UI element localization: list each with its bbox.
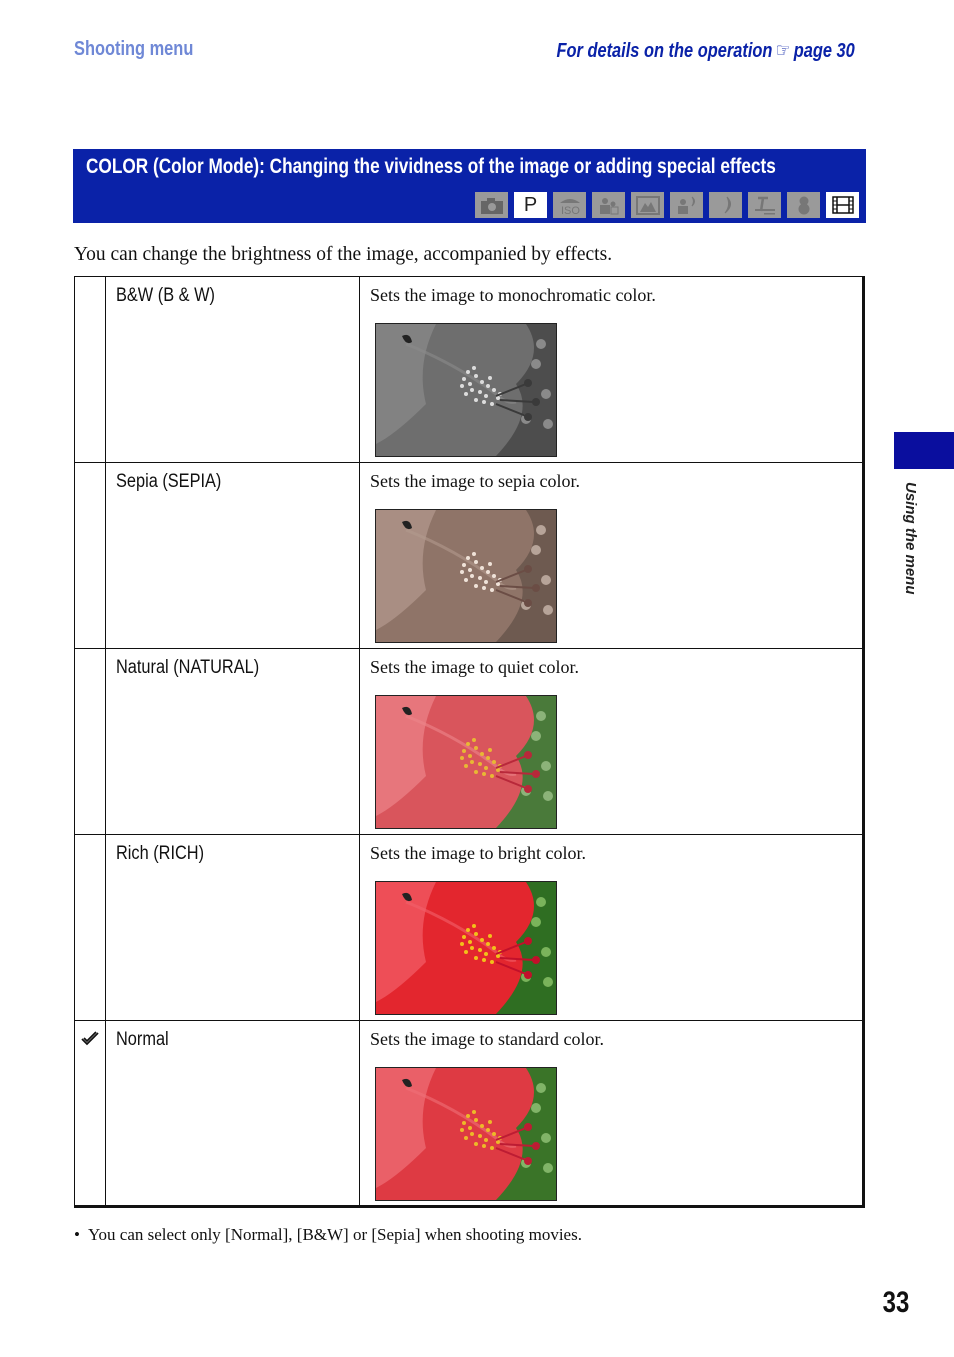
option-name-cell: Natural (NATURAL) [105,648,360,835]
beach-icon [748,192,781,218]
default-marker-cell [74,1020,106,1208]
color-mode-table: B&W (B & W) Sets the image to monochroma… [74,276,865,1208]
snow-icon [787,192,820,218]
option-description-cell: Sets the image to sepia color. [359,462,865,649]
option-name: Sepia (SEPIA) [116,471,222,492]
option-name: B&W (B & W) [116,285,215,306]
option-row: Rich (RICH) Sets the image to bright col… [74,834,865,1021]
option-description-cell: Sets the image to quiet color. [359,648,865,835]
topic-banner: COLOR (Color Mode): Changing the vividne… [73,149,866,223]
sample-photo-natural [375,695,557,829]
option-name: Natural (NATURAL) [116,657,260,678]
chapter-tab-label: Using the menu [902,482,919,595]
option-name-cell: B&W (B & W) [105,276,360,463]
option-row: Sepia (SEPIA) Sets the image to sepia co… [74,462,865,649]
default-marker-cell [74,834,106,1021]
option-name: Rich (RICH) [116,843,205,864]
footnote-text: You can select only [Normal], [B&W] or [… [87,1225,582,1244]
landscape-icon [631,192,664,218]
option-name-cell: Normal [105,1020,360,1208]
high-sensitivity-iso-icon: ISO [553,192,586,218]
option-description-cell: Sets the image to monochromatic color. [359,276,865,463]
option-description: Sets the image to standard color. [370,1029,604,1049]
option-name-cell: Sepia (SEPIA) [105,462,360,649]
pointing-hand-icon: ☞ [775,40,791,62]
auto-camera-icon [475,192,508,218]
soft-snap-portrait-icon [592,192,625,218]
program-label: P [523,193,538,216]
option-name: Normal [116,1029,169,1050]
default-marker-cell [74,276,106,463]
sample-photo-bw [375,323,557,457]
sample-photo-normal [375,1067,557,1201]
option-description: Sets the image to sepia color. [370,471,580,491]
option-description: Sets the image to quiet color. [370,657,579,677]
option-description-cell: Sets the image to standard color. [359,1020,865,1208]
topic-title: COLOR (Color Mode): Changing the vividne… [86,155,776,178]
default-marker-cell [74,462,106,649]
mode-availability-icons: P ISO [475,192,859,218]
intro-text: You can change the brightness of the ima… [74,244,613,265]
footnote: • You can select only [Normal], [B&W] or … [74,1225,582,1245]
option-description: Sets the image to monochromatic color. [370,285,656,305]
bullet-icon: • [74,1225,80,1244]
page-reference[interactable]: For details on the operation ☞ page 30 [557,38,855,63]
svg-text:ISO: ISO [561,205,580,215]
sample-photo-rich [375,881,557,1015]
option-row: Natural (NATURAL) Sets the image to quie… [74,648,865,835]
movie-film-icon [826,192,859,218]
option-row: B&W (B & W) Sets the image to monochroma… [74,276,865,463]
page-reference-prefix: For details on the operation [556,40,773,62]
twilight-moon-icon [709,192,742,218]
sample-photo-sepia [375,509,557,643]
chapter-tab [894,432,954,469]
section-title: Shooting menu [74,38,194,60]
option-name-cell: Rich (RICH) [105,834,360,1021]
option-description: Sets the image to bright color. [370,843,586,863]
program-icon: P [514,192,547,218]
checkmark-icon [81,1031,99,1046]
option-row: Normal Sets the image to standard color. [74,1020,865,1208]
default-marker-cell [74,648,106,835]
option-description-cell: Sets the image to bright color. [359,834,865,1021]
page-number: 33 [882,1286,909,1319]
twilight-portrait-icon [670,192,703,218]
page-reference-link[interactable]: page 30 [794,40,855,62]
